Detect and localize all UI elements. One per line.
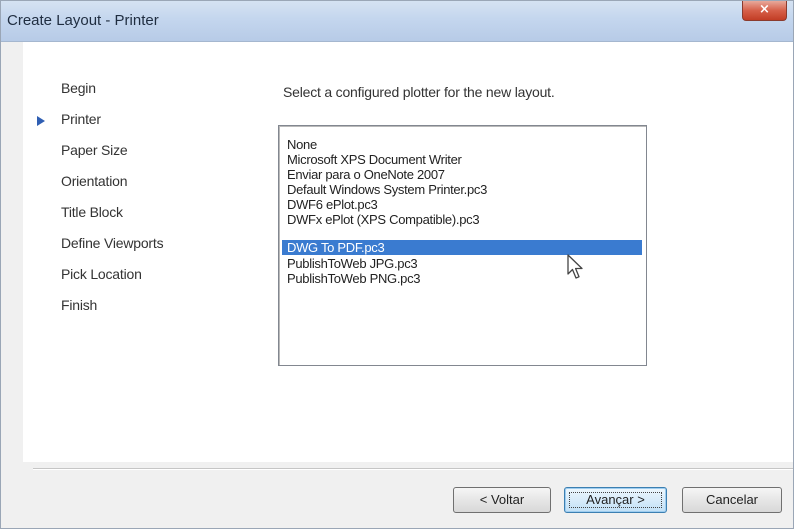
step-finish: Finish	[61, 297, 98, 313]
close-button[interactable]: ×	[742, 1, 787, 21]
close-icon: ×	[759, 2, 770, 17]
cancel-button[interactable]: Cancelar	[682, 487, 782, 513]
list-item[interactable]: Default Windows System Printer.pc3	[282, 182, 642, 197]
list-item[interactable]: None	[282, 137, 642, 152]
list-item[interactable]: DWFx ePlot (XPS Compatible).pc3	[282, 212, 642, 227]
list-item[interactable]: Enviar para o OneNote 2007	[282, 167, 642, 182]
back-button[interactable]: < Voltar	[453, 487, 551, 513]
step-paper-size: Paper Size	[61, 142, 128, 158]
list-item[interactable]: DWF6 ePlot.pc3	[282, 197, 642, 212]
step-printer: Printer	[37, 111, 163, 142]
instruction-text: Select a configured plotter for the new …	[283, 84, 555, 100]
step-pick-location: Pick Location	[61, 266, 142, 282]
list-item[interactable]: PublishToWeb PNG.pc3	[282, 271, 642, 286]
list-item[interactable]: Microsoft XPS Document Writer	[282, 152, 642, 167]
step-begin: Begin	[61, 80, 96, 96]
next-button[interactable]: Avançar >	[564, 487, 667, 513]
step-title-block: Title Block	[61, 204, 123, 220]
footer-divider	[33, 468, 793, 470]
list-item-selected[interactable]: DWG To PDF.pc3	[282, 240, 642, 255]
wizard-steps: Begin Printer Paper Size Orientation Tit…	[37, 80, 164, 328]
plotter-listbox[interactable]: None Microsoft XPS Document Writer Envia…	[278, 125, 647, 366]
focus-rect	[569, 492, 662, 508]
create-layout-dialog: Create Layout - Printer × Begin Printer …	[0, 0, 794, 529]
current-step-arrow-icon	[37, 116, 45, 126]
window-title: Create Layout - Printer	[7, 12, 159, 29]
list-item[interactable]: PublishToWeb JPG.pc3	[282, 256, 642, 271]
step-define-viewports: Define Viewports	[61, 235, 164, 251]
step-orientation: Orientation	[61, 173, 128, 189]
title-bar[interactable]: Create Layout - Printer ×	[1, 1, 793, 42]
mouse-pointer-icon	[567, 254, 583, 279]
